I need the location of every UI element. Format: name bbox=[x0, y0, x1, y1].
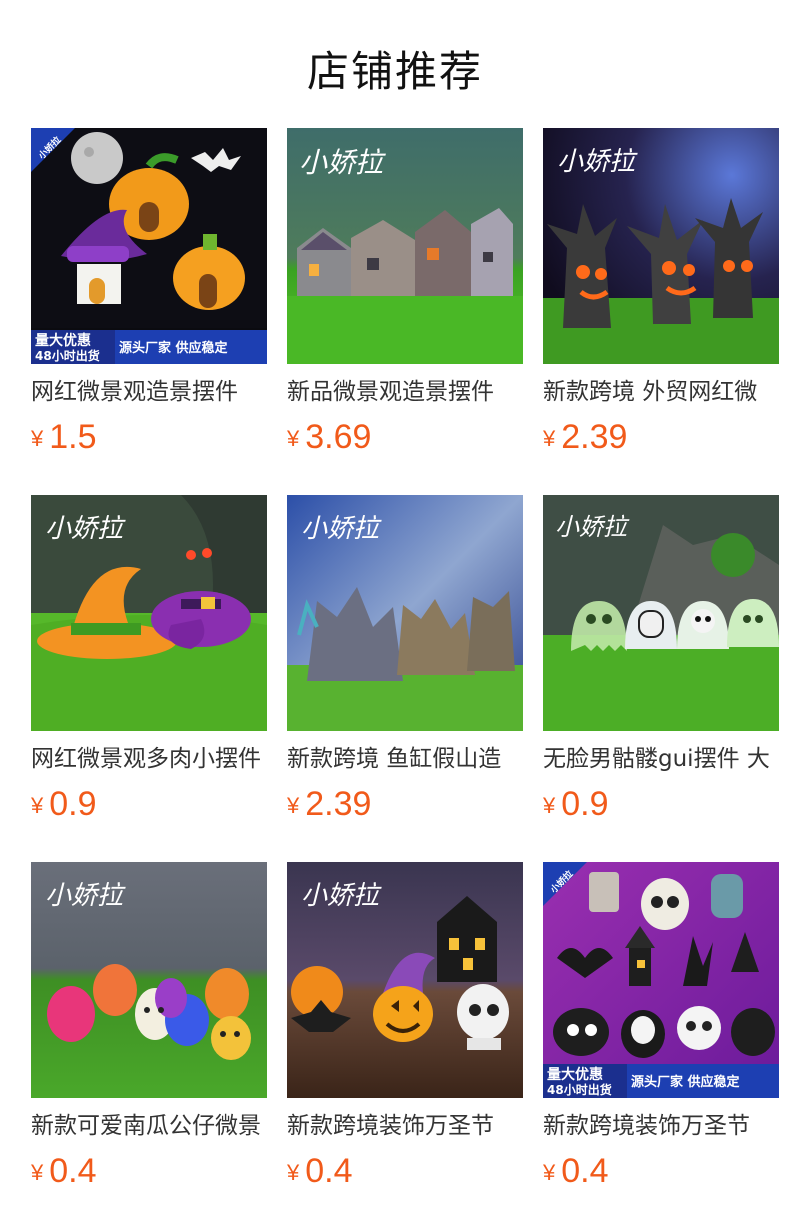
currency-symbol: ¥ bbox=[31, 793, 44, 818]
product-price: ¥0.4 bbox=[31, 1152, 97, 1191]
product-image[interactable]: 小娇拉 bbox=[31, 862, 267, 1098]
price-value: 3.69 bbox=[305, 418, 372, 456]
product-card[interactable]: 小娇拉 新款可爱南瓜公仔微景 ¥0.4 bbox=[31, 862, 267, 1198]
brand-logo: 小娇拉 bbox=[45, 881, 126, 911]
product-name[interactable]: 新款跨境 外贸网红微 bbox=[543, 375, 779, 409]
currency-symbol: ¥ bbox=[287, 793, 300, 818]
currency-symbol: ¥ bbox=[287, 1160, 300, 1185]
banner-promo-text: 量大优惠 bbox=[35, 332, 91, 349]
product-card[interactable]: 小娇拉 新款跨境 外贸网红微 ¥2.39 bbox=[543, 128, 779, 464]
product-name[interactable]: 新款跨境装饰万圣节 bbox=[543, 1109, 779, 1143]
product-name[interactable]: 新款跨境装饰万圣节 bbox=[287, 1109, 523, 1143]
page-title: 店铺推荐 bbox=[306, 47, 483, 96]
product-price: ¥1.5 bbox=[31, 418, 97, 457]
product-price: ¥2.39 bbox=[543, 418, 627, 457]
product-card[interactable]: 小娇拉 新品微景观造景摆件 ¥3.69 bbox=[287, 128, 523, 464]
product-card[interactable]: 小娇拉 网红微景观多肉小摆件 ¥0.9 bbox=[31, 495, 267, 831]
product-price: ¥3.69 bbox=[287, 418, 371, 457]
product-name[interactable]: 网红微景观造景摆件 bbox=[31, 375, 267, 409]
product-image[interactable]: 小娇拉 bbox=[31, 495, 267, 731]
price-value: 2.39 bbox=[305, 785, 372, 823]
product-image[interactable]: 小娇拉 bbox=[287, 862, 523, 1098]
product-image[interactable]: 量大优惠 48小时出货 源头厂家 供应稳定 小娇拉 bbox=[31, 128, 267, 364]
product-card[interactable]: 小娇拉 新款跨境 鱼缸假山造 ¥2.39 bbox=[287, 495, 523, 831]
price-value: 0.4 bbox=[49, 1152, 97, 1190]
currency-symbol: ¥ bbox=[543, 793, 556, 818]
product-grid: 量大优惠 48小时出货 源头厂家 供应稳定 小娇拉 网红微景观造景摆件 ¥1.5 bbox=[31, 128, 790, 1230]
currency-symbol: ¥ bbox=[31, 1160, 44, 1185]
product-name[interactable]: 新款跨境 鱼缸假山造 bbox=[287, 742, 523, 776]
product-name[interactable]: 无脸男骷髅gui摆件 大 bbox=[543, 742, 779, 776]
brand-logo: 小娇拉 bbox=[301, 514, 382, 544]
product-image[interactable]: 小娇拉 bbox=[287, 495, 523, 731]
product-card[interactable]: 小娇拉 新款跨境装饰万圣节 ¥0.4 bbox=[287, 862, 523, 1198]
banner-factory-text: 源头厂家 供应稳定 bbox=[119, 340, 228, 356]
banner-factory-text: 源头厂家 供应稳定 bbox=[631, 1074, 740, 1090]
currency-symbol: ¥ bbox=[31, 426, 44, 451]
product-card[interactable]: 小娇拉 无脸男骷髅gui摆件 大 ¥0.9 bbox=[543, 495, 779, 831]
price-value: 0.4 bbox=[305, 1152, 353, 1190]
product-price: ¥0.9 bbox=[31, 785, 97, 824]
price-value: 2.39 bbox=[561, 418, 628, 456]
price-value: 0.9 bbox=[49, 785, 97, 823]
price-value: 1.5 bbox=[49, 418, 97, 456]
product-image[interactable]: 小娇拉 bbox=[543, 495, 779, 731]
brand-logo: 小娇拉 bbox=[557, 147, 638, 177]
banner-promo-text: 量大优惠 bbox=[547, 1066, 603, 1083]
product-price: ¥0.4 bbox=[543, 1152, 609, 1191]
price-value: 0.4 bbox=[561, 1152, 609, 1190]
product-name[interactable]: 网红微景观多肉小摆件 bbox=[31, 742, 267, 776]
product-price: ¥0.4 bbox=[287, 1152, 353, 1191]
currency-symbol: ¥ bbox=[543, 426, 556, 451]
product-card[interactable]: 量大优惠 48小时出货 源头厂家 供应稳定 小娇拉 新款跨境装饰万圣节 ¥0.4 bbox=[543, 862, 779, 1198]
product-price: ¥0.9 bbox=[543, 785, 609, 824]
currency-symbol: ¥ bbox=[287, 426, 300, 451]
product-image[interactable]: 小娇拉 bbox=[543, 128, 779, 364]
currency-symbol: ¥ bbox=[543, 1160, 556, 1185]
brand-logo: 小娇拉 bbox=[299, 146, 386, 179]
brand-logo: 小娇拉 bbox=[301, 881, 382, 911]
brand-logo: 小娇拉 bbox=[45, 514, 126, 544]
product-image[interactable]: 小娇拉 bbox=[287, 128, 523, 364]
product-name[interactable]: 新品微景观造景摆件 bbox=[287, 375, 523, 409]
product-card[interactable]: 量大优惠 48小时出货 源头厂家 供应稳定 小娇拉 网红微景观造景摆件 ¥1.5 bbox=[31, 128, 267, 464]
product-image[interactable]: 量大优惠 48小时出货 源头厂家 供应稳定 小娇拉 bbox=[543, 862, 779, 1098]
brand-logo: 小娇拉 bbox=[555, 513, 630, 541]
product-name[interactable]: 新款可爱南瓜公仔微景 bbox=[31, 1109, 267, 1143]
product-price: ¥2.39 bbox=[287, 785, 371, 824]
banner-shipping-text: 48小时出货 bbox=[35, 348, 100, 363]
banner-shipping-text: 48小时出货 bbox=[547, 1082, 612, 1097]
price-value: 0.9 bbox=[561, 785, 609, 823]
